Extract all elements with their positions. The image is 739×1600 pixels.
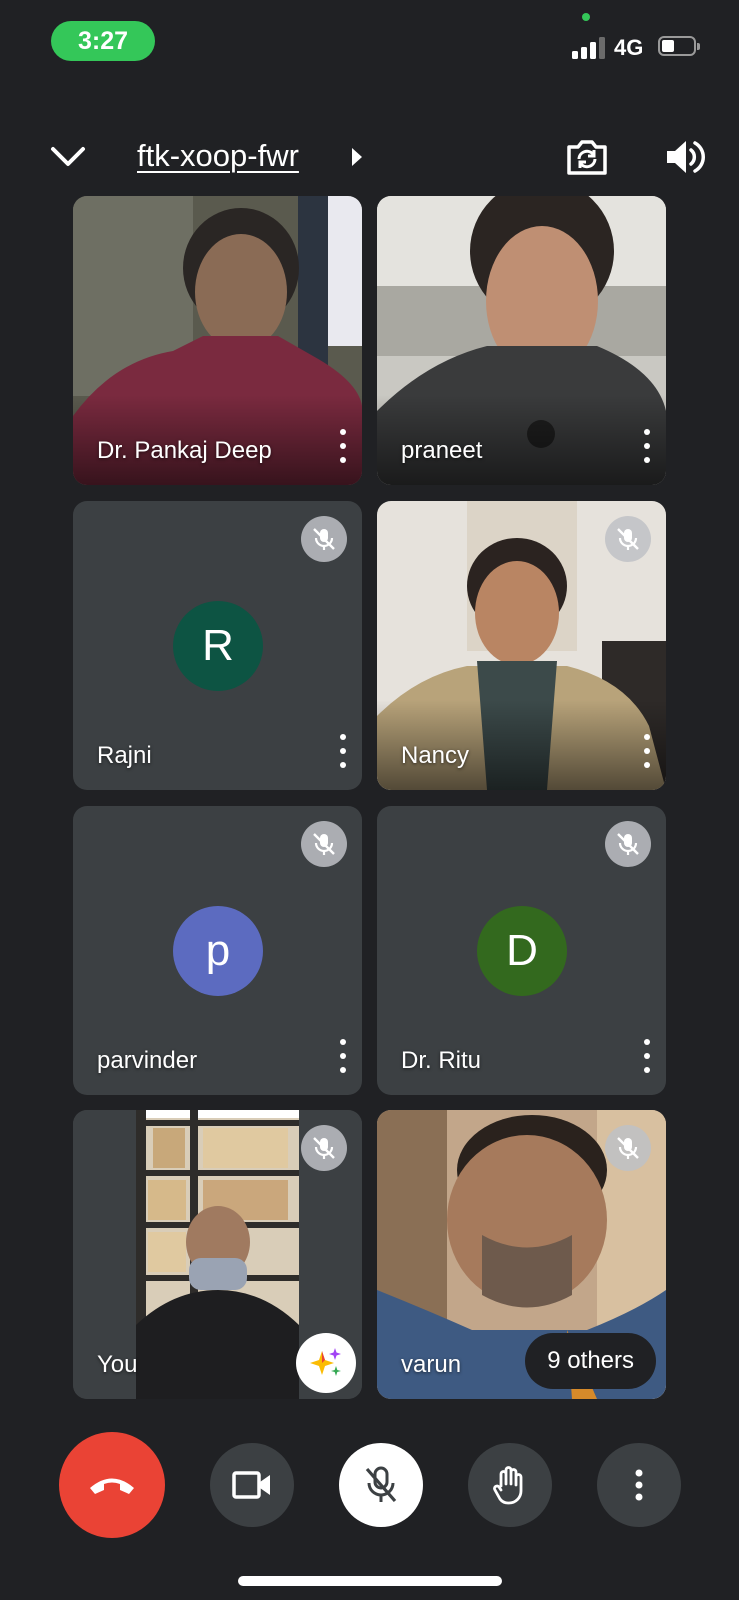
self-view-tile[interactable]: You [73,1110,362,1399]
mic-off-icon [365,1466,397,1503]
more-vert-icon[interactable] [642,1039,652,1073]
more-vert-icon[interactable] [338,1039,348,1073]
status-bar: 3:27 4G [0,0,739,90]
avatar: D [477,906,567,996]
status-time: 3:27 [51,21,155,61]
videocam-icon [232,1471,270,1499]
more-options-button[interactable] [597,1443,681,1527]
participant-name: varun [401,1351,462,1378]
mic-off-icon [301,516,347,562]
chevron-down-icon[interactable] [46,139,90,175]
avatar: p [173,906,263,996]
participant-name: praneet [401,437,483,464]
participant-name: Rajni [97,742,152,769]
camera-switch-icon[interactable] [565,137,609,177]
call-controls [0,1428,739,1538]
raise-hand-button[interactable] [468,1443,552,1527]
camera-toggle-button[interactable] [210,1443,294,1527]
mic-off-icon [605,1125,651,1171]
more-vert-icon[interactable] [338,734,348,768]
more-vert-icon[interactable] [338,429,348,463]
mic-off-icon [605,821,651,867]
participant-name: Dr. Ritu [401,1047,482,1074]
participant-tile[interactable]: varun 9 others [377,1110,666,1399]
hang-up-icon [90,1478,134,1494]
network-type: 4G [614,35,644,60]
participant-tile[interactable]: Dr. Pankaj Deep [73,196,362,485]
meeting-code-link[interactable]: ftk-xoop-fwr [137,138,299,174]
end-call-button[interactable] [59,1432,165,1538]
chevron-right-icon[interactable] [350,147,364,167]
participant-tile[interactable]: p parvinder [73,806,362,1095]
more-vert-icon[interactable] [642,429,652,463]
more-vert-icon[interactable] [642,734,652,768]
home-indicator[interactable] [238,1576,502,1586]
hand-icon [493,1466,523,1505]
speaker-icon[interactable] [664,137,706,177]
participant-tile[interactable]: D Dr. Ritu [377,806,666,1095]
others-count-button[interactable]: 9 others [525,1333,656,1389]
participant-name: Dr. Pankaj Deep [97,437,272,464]
mic-off-icon [301,1125,347,1171]
participant-tile[interactable]: praneet [377,196,666,485]
participant-name: You [97,1351,138,1378]
cellular-signal-icon [572,37,606,59]
meeting-header: ftk-xoop-fwr [0,125,739,191]
more-vert-icon [635,1469,643,1501]
participant-tile[interactable]: Nancy [377,501,666,790]
mic-off-icon [605,516,651,562]
participant-tile[interactable]: R Rajni [73,501,362,790]
mic-toggle-button[interactable] [339,1443,423,1527]
participant-name: parvinder [97,1047,198,1074]
avatar: R [173,601,263,691]
battery-icon [658,36,700,56]
effects-sparkle-icon[interactable] [296,1333,356,1393]
mic-in-use-indicator [582,13,590,21]
participant-name: Nancy [401,742,470,769]
mic-off-icon [301,821,347,867]
